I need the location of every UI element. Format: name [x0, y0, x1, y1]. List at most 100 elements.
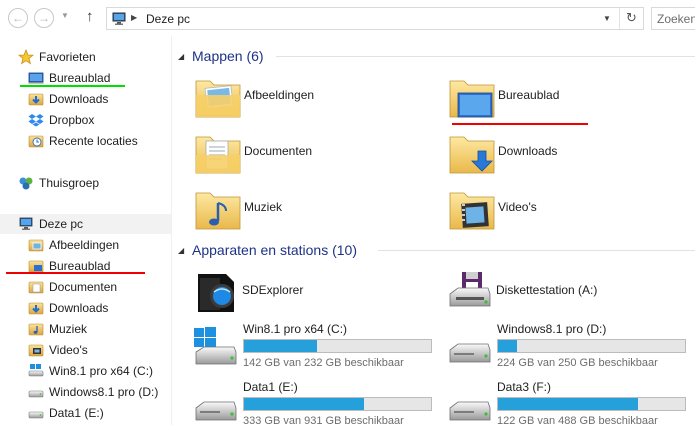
up-button[interactable]: ↑	[86, 8, 94, 25]
breadcrumb-chevron-icon[interactable]: ▶	[131, 13, 137, 22]
folder-tile-afbeeldingen[interactable]: Afbeeldingen	[194, 73, 434, 129]
folder-tile-muziek[interactable]: Muziek	[194, 185, 434, 241]
pictures-folder-icon	[28, 237, 44, 253]
drive-name: Windows8.1 pro (D:)	[497, 322, 607, 336]
star-icon	[18, 49, 34, 65]
nav-item-label: Downloads	[49, 301, 109, 315]
nav-pc-videos[interactable]: Video's	[28, 340, 88, 360]
group-divider	[378, 250, 695, 251]
windows-drive-icon	[192, 326, 240, 370]
nav-homegroup[interactable]: Thuisgroep	[18, 173, 99, 193]
drive-usage-bar	[243, 397, 432, 411]
nav-this-pc-label: Deze pc	[39, 217, 84, 231]
videos-folder-icon	[28, 342, 44, 358]
folder-name: Afbeeldingen	[244, 88, 315, 102]
address-divider	[619, 8, 620, 29]
back-button[interactable]: ←	[8, 8, 28, 28]
nav-item-label: Muziek	[49, 322, 88, 336]
homegroup-icon	[18, 175, 34, 191]
recent-locations-chevron-icon[interactable]: ▼	[61, 11, 69, 20]
folder-tile-bureaublad[interactable]: Bureaublad	[448, 73, 688, 129]
music-folder-icon	[194, 185, 242, 233]
sdexplorer-icon	[192, 268, 240, 316]
search-box[interactable]: Zoeken	[651, 7, 695, 30]
nav-pc-downloads[interactable]: Downloads	[28, 298, 108, 318]
folder-name: Muziek	[244, 200, 283, 214]
hard-drive-icon	[446, 326, 494, 370]
hard-drive-icon	[192, 384, 240, 425]
windows-drive-icon	[28, 363, 44, 379]
pictures-folder-icon	[194, 73, 242, 121]
nav-pc-drive-c[interactable]: Win8.1 pro x64 (C:)	[28, 361, 153, 381]
drive-free-space: 333 GB van 931 GB beschikbaar	[243, 415, 404, 425]
folder-name: Video's	[498, 200, 537, 214]
group-devices-title: Apparaten en stations (10)	[192, 242, 357, 258]
nav-pc-drive-e[interactable]: Data1 (E:)	[28, 403, 104, 423]
forward-arrow-icon: →	[38, 11, 50, 25]
nav-item-label: Data1 (E:)	[49, 406, 104, 420]
drive-tile-d[interactable]: Windows8.1 pro (D:) 224 GB van 250 GB be…	[446, 322, 695, 380]
nav-this-pc[interactable]: Deze pc	[0, 214, 171, 234]
refresh-icon[interactable]: ↻	[626, 10, 637, 26]
drive-usage-fill	[498, 340, 517, 352]
drive-free-space: 122 GB van 488 GB beschikbaar	[497, 415, 658, 425]
recent-icon	[28, 133, 44, 149]
nav-item-label: Dropbox	[49, 113, 95, 127]
address-bar[interactable]: ▶ Deze pc ▼ ↻	[106, 7, 644, 30]
device-tile-floppy[interactable]: Diskettestation (A:)	[446, 268, 686, 324]
group-divider	[276, 56, 695, 57]
search-placeholder: Zoeken	[657, 12, 695, 26]
drive-usage-fill	[498, 398, 639, 410]
videos-folder-icon	[448, 185, 496, 233]
forward-button[interactable]: →	[34, 8, 54, 28]
back-arrow-icon: ←	[12, 11, 24, 25]
drive-name: Data3 (F:)	[497, 380, 552, 394]
nav-fav-downloads[interactable]: Downloads	[28, 89, 108, 109]
drive-usage-bar	[243, 339, 432, 353]
nav-item-label: Win8.1 pro x64 (C:)	[49, 364, 154, 378]
drive-tile-e[interactable]: Data1 (E:) 333 GB van 931 GB beschikbaar	[192, 380, 442, 425]
hard-drive-icon	[446, 384, 494, 425]
annotation-underline-green	[20, 85, 125, 87]
folder-tile-documenten[interactable]: Documenten	[194, 129, 434, 185]
collapse-chevron-icon: ◢	[178, 245, 185, 255]
breadcrumb-deze-pc[interactable]: Deze pc	[146, 12, 190, 26]
nav-pc-drive-d[interactable]: Windows8.1 pro (D:)	[28, 382, 158, 402]
dropbox-icon	[28, 112, 44, 128]
folder-tile-downloads[interactable]: Downloads	[448, 129, 688, 185]
device-tile-sdexplorer[interactable]: SDExplorer	[192, 268, 432, 324]
drive-tile-f[interactable]: Data3 (F:) 122 GB van 488 GB beschikbaar	[446, 380, 695, 425]
folder-name: Downloads	[498, 144, 558, 158]
folder-tile-videos[interactable]: Video's	[448, 185, 688, 241]
folder-name: Documenten	[244, 144, 313, 158]
documents-folder-icon	[194, 129, 242, 177]
nav-item-label: Documenten	[49, 280, 118, 294]
nav-fav-recent[interactable]: Recente locaties	[28, 131, 138, 151]
drive-usage-bar	[497, 339, 686, 353]
downloads-icon	[28, 91, 44, 107]
nav-fav-dropbox[interactable]: Dropbox	[28, 110, 94, 130]
this-pc-icon	[18, 216, 34, 232]
nav-item-label: Afbeeldingen	[49, 238, 120, 252]
drive-name: Win8.1 pro x64 (C:)	[243, 322, 348, 336]
desktop-folder-icon	[448, 73, 496, 121]
nav-item-label: Recente locaties	[49, 134, 138, 148]
downloads-folder-icon	[448, 129, 496, 177]
nav-pc-documenten[interactable]: Documenten	[28, 277, 117, 297]
nav-favorites[interactable]: Favorieten	[18, 47, 96, 67]
address-history-chevron-icon[interactable]: ▼	[603, 14, 611, 23]
nav-pc-muziek[interactable]: Muziek	[28, 319, 87, 339]
nav-pc-afbeeldingen[interactable]: Afbeeldingen	[28, 235, 119, 255]
nav-homegroup-label: Thuisgroep	[39, 176, 100, 190]
group-devices-header[interactable]: ◢ Apparaten en stations (10)	[178, 240, 357, 260]
content-pane: ◢ Mappen (6) Afbeeldingen Bureaublad Doc…	[172, 36, 695, 425]
annotation-underline-red	[6, 272, 145, 274]
address-toolbar: ← → ▼ ↑ ▶ Deze pc ▼ ↻ Zoeken	[0, 0, 695, 36]
nav-favorites-label: Favorieten	[39, 50, 96, 64]
drive-usage-fill	[244, 340, 317, 352]
navigation-pane: Favorieten Bureaublad Downloads Dropbox …	[0, 36, 172, 425]
drive-tile-c[interactable]: Win8.1 pro x64 (C:) 142 GB van 232 GB be…	[192, 322, 442, 380]
group-folders-header[interactable]: ◢ Mappen (6)	[178, 46, 264, 66]
nav-item-label: Downloads	[49, 92, 109, 106]
group-folders-title: Mappen (6)	[192, 48, 264, 64]
